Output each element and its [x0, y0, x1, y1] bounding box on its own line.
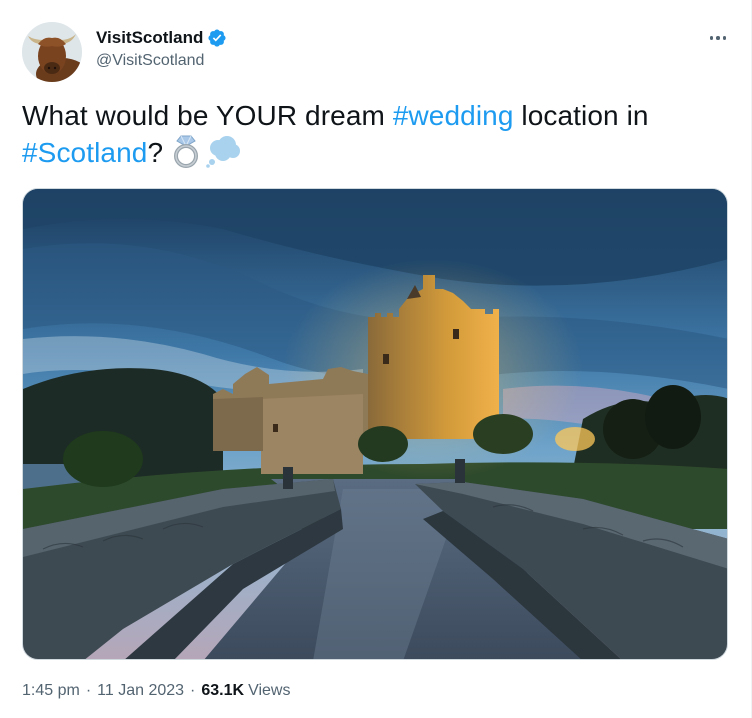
avatar[interactable]: [22, 22, 82, 82]
tweet-time[interactable]: 1:45 pm: [22, 682, 80, 700]
tweet-text-part: ?: [147, 137, 164, 168]
tweet-text-part: What would be YOUR dream: [22, 100, 393, 131]
tweet-media-photo[interactable]: [22, 188, 728, 660]
views-label: Views: [248, 682, 291, 699]
hashtag-scotland[interactable]: #Scotland: [22, 137, 147, 168]
meta-separator: ·: [190, 682, 196, 699]
hashtag-wedding[interactable]: #wedding: [393, 100, 514, 131]
more-options-icon[interactable]: [701, 26, 735, 50]
tweet-meta: 1:45 pm · 11 Jan 2023 · 63.1K Views: [22, 682, 290, 700]
tweet-date[interactable]: 11 Jan 2023: [97, 682, 184, 700]
author-name-row: VisitScotland: [96, 26, 227, 50]
thought-balloon-emoji-icon: [205, 134, 241, 177]
views-count[interactable]: 63.1K: [201, 682, 244, 700]
tweet-text-part: location in: [513, 100, 649, 131]
more-dot: [709, 36, 714, 40]
author-handle[interactable]: @VisitScotland: [96, 52, 227, 70]
meta-separator: ·: [85, 682, 92, 699]
ring-emoji-icon: [171, 134, 201, 177]
highland-cow-icon: [22, 22, 82, 82]
tweet-card: VisitScotland @VisitScotland What would …: [0, 0, 752, 718]
tweet-text: What would be YOUR dream #wedding locati…: [22, 98, 722, 177]
author-display-name[interactable]: VisitScotland: [96, 28, 203, 48]
more-dot: [722, 36, 727, 40]
verified-badge-icon[interactable]: [207, 28, 227, 48]
more-dot: [716, 36, 720, 40]
author-info: VisitScotland @VisitScotland: [96, 26, 227, 70]
castle-photo-image: [23, 189, 727, 659]
